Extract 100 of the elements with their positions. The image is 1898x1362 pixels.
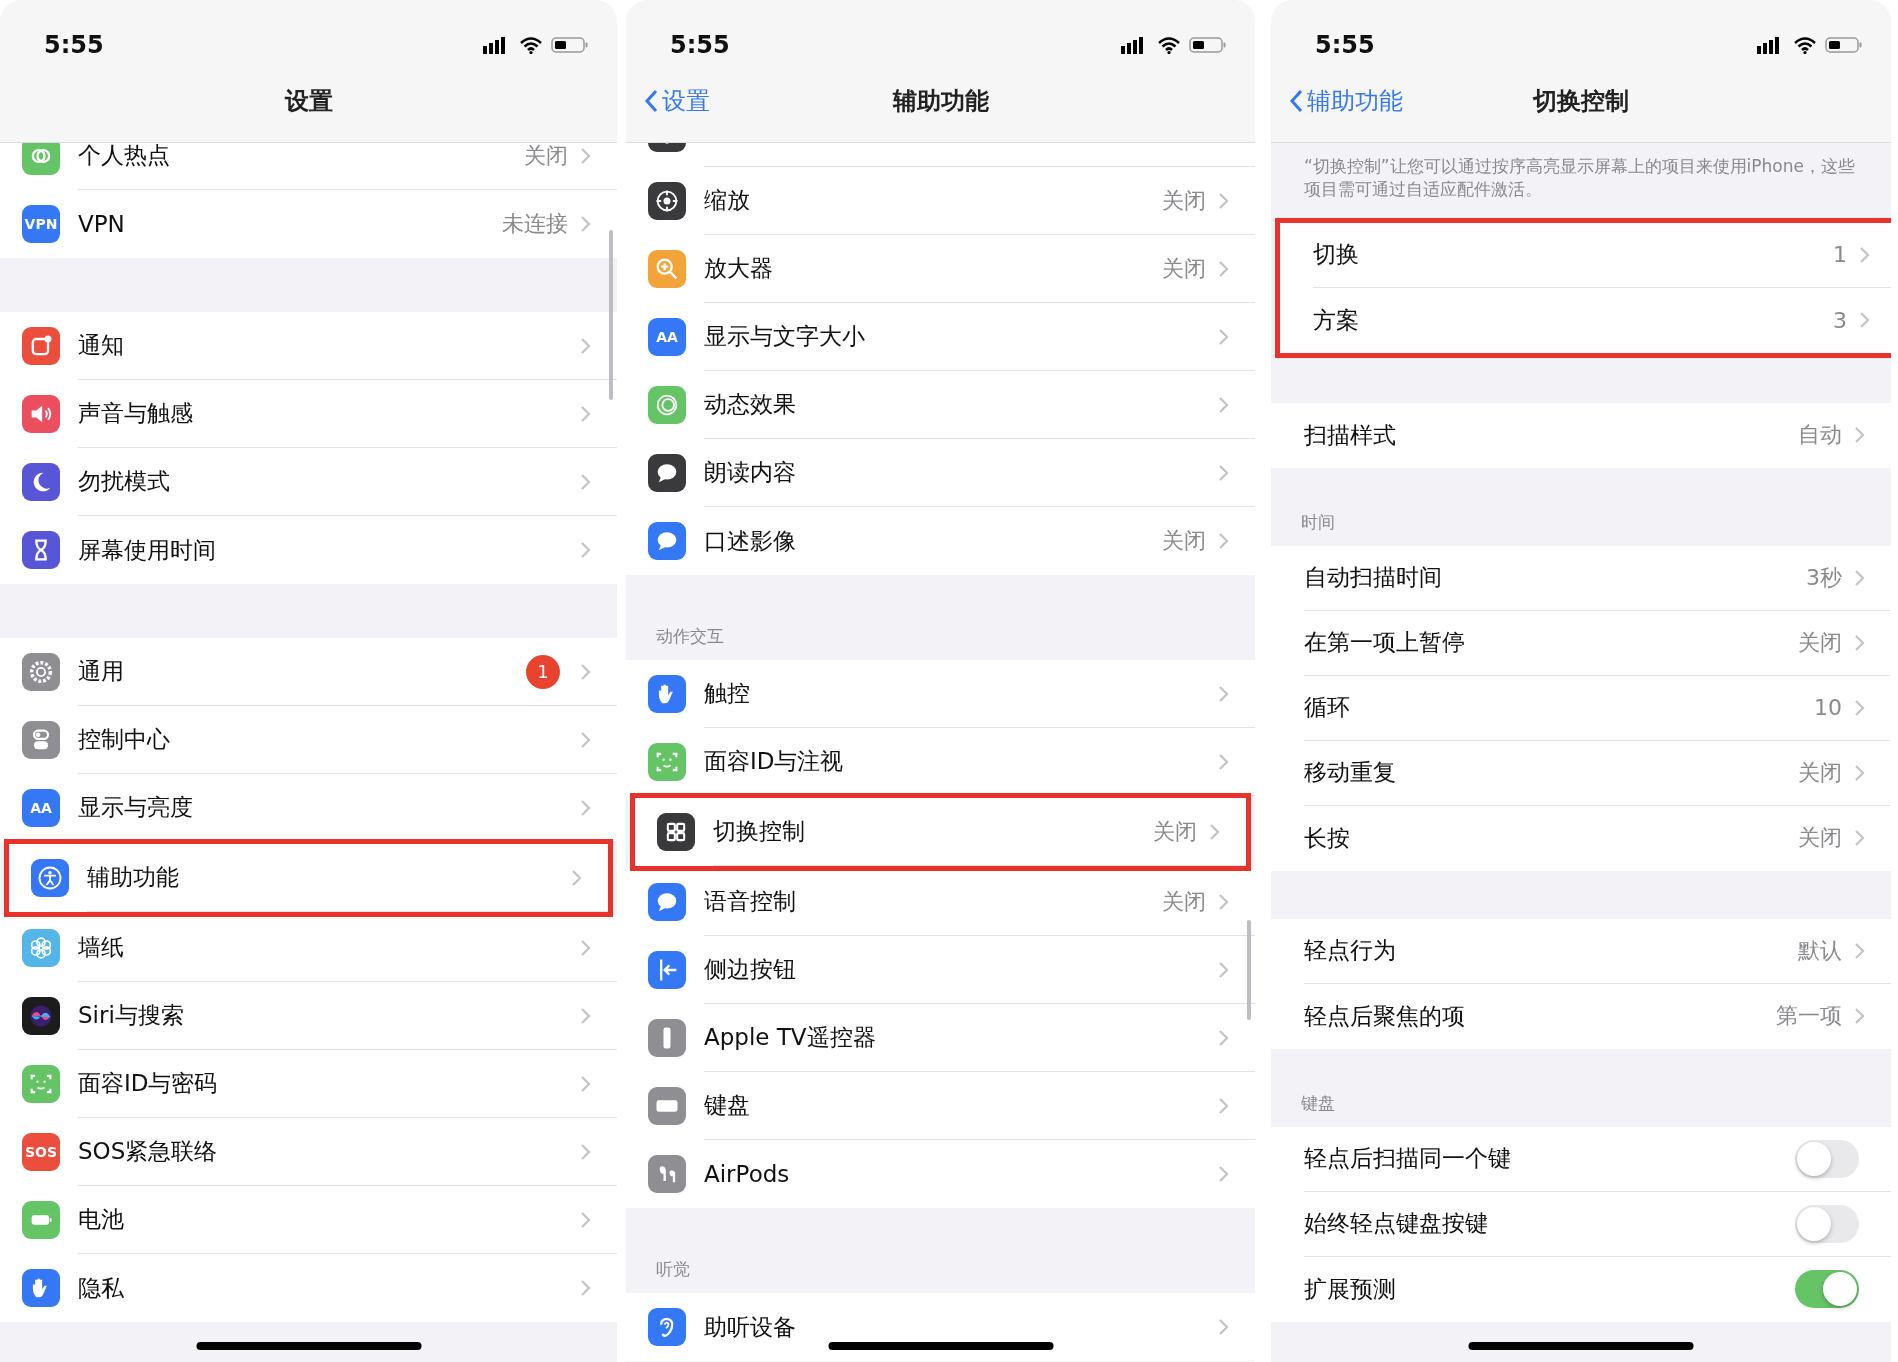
back-button[interactable]: 设置 (644, 85, 710, 117)
settings-row[interactable]: 侧边按钮 (626, 936, 1255, 1004)
row-label: 显示与亮度 (78, 793, 193, 822)
row-value: 关闭 (1798, 628, 1842, 657)
status-time: 5:55 (670, 31, 730, 59)
toggle-switch[interactable] (1795, 1139, 1859, 1178)
settings-row[interactable]: 墙纸 (0, 914, 617, 982)
row-label: 缩放 (704, 186, 750, 215)
settings-row[interactable]: 在第一项上暂停 关闭 (1271, 610, 1891, 676)
settings-row[interactable]: AA 显示与文字大小 (626, 303, 1255, 371)
settings-row[interactable]: 面容ID与密码 (0, 1050, 617, 1118)
row-label: 助听设备 (704, 1312, 796, 1342)
settings-row[interactable]: 移动重复 关闭 (1271, 740, 1891, 806)
back-button[interactable]: 辅助功能 (1289, 85, 1403, 117)
row-label: 始终轻点键盘按键 (1304, 1209, 1488, 1239)
chevron-icon (1218, 191, 1229, 210)
settings-row[interactable]: 通知 (0, 312, 617, 380)
row-label: 扫描样式 (1304, 420, 1396, 450)
settings-row[interactable]: 助听设备 (626, 1293, 1255, 1361)
settings-row[interactable]: 键盘 (626, 1072, 1255, 1140)
text-size-icon: AA (648, 318, 686, 356)
row-label: 语音控制 (704, 887, 796, 916)
toggle-switch[interactable] (1795, 1270, 1859, 1309)
settings-row[interactable]: 通用 1 (0, 638, 617, 706)
chevron-icon (580, 938, 591, 957)
row-label: 通用 (78, 657, 124, 686)
chevron-icon (580, 472, 591, 491)
battery-icon (1189, 36, 1227, 54)
settings-row[interactable]: 语音控制 关闭 (626, 868, 1255, 936)
settings-row[interactable]: 口述影像 关闭 (626, 507, 1255, 575)
notification-badge: 1 (526, 654, 560, 689)
chevron-icon (1218, 1318, 1229, 1336)
wifi-icon (1793, 36, 1817, 54)
settings-row[interactable]: 切换控制 关闭 (635, 798, 1246, 866)
settings-row[interactable]: 隐私 (0, 1254, 617, 1322)
settings-row[interactable]: 屏幕使用时间 (0, 516, 617, 584)
section-header: 听觉 (655, 1258, 690, 1281)
chevron-icon (1854, 568, 1865, 587)
settings-row[interactable]: 控制中心 (0, 706, 617, 774)
chevron-icon (1218, 327, 1229, 346)
chevron-icon (1218, 395, 1229, 414)
chevron-icon (1854, 633, 1865, 652)
settings-row[interactable]: 触控 (626, 660, 1255, 728)
settings-row[interactable]: 方案 3 (1280, 287, 1891, 353)
settings-row[interactable]: Apple TV遥控器 (626, 1004, 1255, 1072)
chevron-icon (580, 1279, 591, 1297)
row-value: 未连接 (502, 210, 568, 238)
row-label: 隐私 (78, 1273, 124, 1303)
settings-row[interactable]: 轻点行为 默认 (1271, 918, 1891, 984)
nav-title: 辅助功能 (892, 86, 989, 117)
back-chevron-icon (644, 89, 658, 113)
settings-row[interactable]: 动态效果 (626, 371, 1255, 439)
chevron-icon (1854, 698, 1865, 717)
row-label: 轻点行为 (1304, 936, 1396, 966)
settings-row[interactable]: AirPods (626, 1140, 1255, 1208)
row-value: 关闭 (1162, 527, 1206, 555)
settings-row[interactable]: 循环 10 (1271, 675, 1891, 741)
section-header: 动作交互 (655, 625, 724, 648)
settings-row[interactable]: 辅助功能 (9, 844, 608, 912)
settings-row[interactable]: SOS SOS紧急联络 (0, 1118, 617, 1186)
settings-row[interactable]: 朗读内容 (626, 439, 1255, 507)
settings-row[interactable]: 缩放 关闭 (626, 167, 1255, 235)
row-label: 长按 (1304, 823, 1350, 853)
row-label: 扩展预测 (1304, 1274, 1396, 1304)
chevron-icon (580, 1074, 591, 1093)
settings-row[interactable]: 轻点后扫描同一个键 (1271, 1126, 1891, 1192)
settings-row[interactable]: 面容ID与注视 (626, 728, 1255, 796)
settings-row[interactable]: 扩展预测 (1271, 1256, 1891, 1322)
settings-row[interactable]: 勿扰模式 (0, 448, 617, 516)
settings-row[interactable]: 声音与触感 (0, 380, 617, 448)
settings-row[interactable]: 长按 关闭 (1271, 805, 1891, 871)
settings-row[interactable]: Siri与搜索 (0, 982, 617, 1050)
battery-icon (551, 36, 589, 54)
settings-row[interactable]: 轻点后聚焦的项 第一项 (1271, 983, 1891, 1049)
settings-row[interactable]: 扫描样式 自动 (1271, 402, 1891, 468)
row-label: 口述影像 (704, 526, 796, 556)
battery-icon (1825, 36, 1863, 54)
row-value: 关闭 (1162, 254, 1206, 283)
row-label: Siri与搜索 (78, 1001, 184, 1030)
chevron-icon (571, 868, 582, 887)
settings-row[interactable]: 始终轻点键盘按键 (1271, 1191, 1891, 1257)
chevron-icon (1218, 892, 1229, 911)
settings-row[interactable]: AA 显示与亮度 (0, 774, 617, 842)
settings-row[interactable]: 放大器 关闭 (626, 235, 1255, 303)
chevron-icon (1218, 684, 1229, 703)
settings-row[interactable]: VPN VPN 未连接 (0, 190, 617, 258)
toggle-switch[interactable] (1795, 1204, 1859, 1243)
row-label: 自动扫描时间 (1304, 563, 1442, 593)
chevron-icon (580, 1142, 591, 1161)
row-label: 面容ID与密码 (78, 1069, 218, 1098)
row-value: 关闭 (1153, 817, 1197, 846)
settings-row[interactable]: 个人热点 关闭 (0, 143, 617, 190)
row-value: 关闭 (524, 143, 568, 170)
row-label: 电池 (78, 1205, 124, 1234)
nav-title: 设置 (284, 86, 333, 117)
settings-row[interactable]: 电池 (0, 1186, 617, 1254)
settings-row[interactable]: 切换 1 (1280, 222, 1891, 288)
row-value: 关闭 (1162, 186, 1206, 215)
row-label: 个人热点 (78, 143, 170, 170)
settings-row[interactable]: 自动扫描时间 3秒 (1271, 545, 1891, 611)
